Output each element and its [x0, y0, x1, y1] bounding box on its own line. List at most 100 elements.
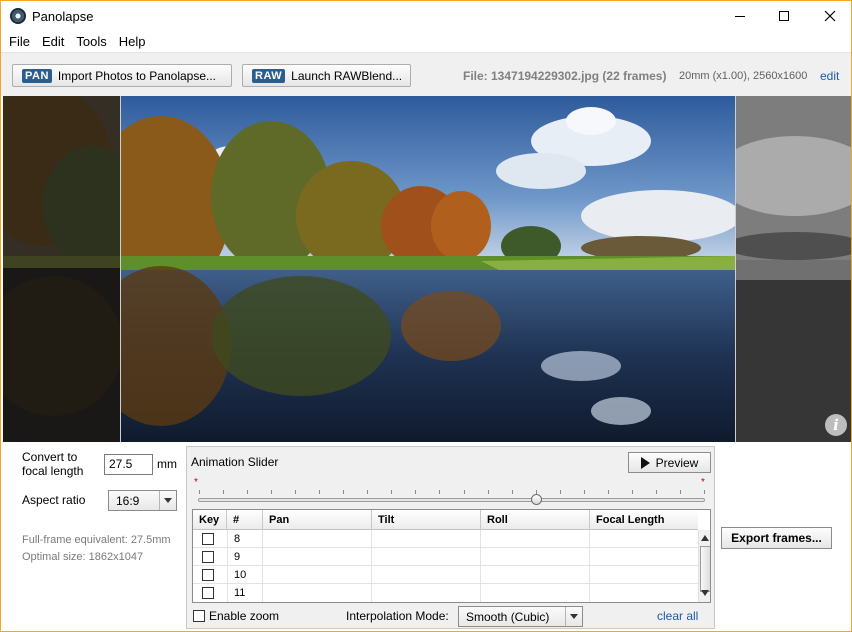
slider-tick	[271, 490, 273, 494]
outside-crop-right-image	[735, 96, 851, 442]
export-frames-button[interactable]: Export frames...	[721, 527, 832, 549]
enable-zoom-label[interactable]: Enable zoom	[209, 609, 279, 623]
slider-tick	[319, 490, 321, 494]
lens-info: 20mm (x1.00), 2560x1600	[679, 70, 808, 82]
preview-button[interactable]: Preview	[628, 452, 711, 473]
aspect-ratio-label: Aspect ratio	[22, 493, 86, 507]
key-checkbox[interactable]	[202, 587, 214, 599]
file-info: File: 1347194229302.jpg (22 frames)	[463, 69, 667, 83]
launch-rawblend-button[interactable]: RAW Launch RAWBlend...	[242, 64, 411, 87]
table-row[interactable]: 11	[193, 584, 698, 602]
info-icon[interactable]: i	[825, 414, 847, 436]
minimize-button[interactable]	[717, 1, 763, 31]
end-keyframe-marker: *	[701, 477, 705, 488]
crop-border-right	[735, 96, 736, 442]
focal-cell[interactable]	[590, 584, 698, 602]
slider-tick	[415, 490, 417, 494]
slider-tick	[559, 490, 561, 494]
animation-slider-title: Animation Slider	[191, 455, 279, 469]
table-scrollbar[interactable]	[698, 530, 710, 602]
title-bar: Panolapse	[1, 1, 851, 31]
outside-crop-left-image	[3, 96, 121, 442]
menu-tools[interactable]: Tools	[70, 31, 112, 51]
row-number: 8	[227, 530, 263, 548]
focal-cell[interactable]	[590, 548, 698, 566]
preview-label: Preview	[655, 455, 699, 470]
roll-cell[interactable]	[481, 548, 590, 566]
table-row[interactable]: 8	[193, 530, 698, 548]
focal-length-input[interactable]: 27.5	[104, 454, 153, 475]
slider-tick	[343, 490, 345, 494]
menu-help[interactable]: Help	[113, 31, 152, 51]
row-number: 9	[227, 548, 263, 566]
roll-cell[interactable]	[481, 584, 590, 602]
start-keyframe-marker: *	[194, 477, 198, 488]
pan-cell[interactable]	[263, 530, 372, 548]
clear-all-link[interactable]: clear all	[657, 609, 698, 623]
interpolation-mode-select[interactable]: Smooth (Cubic)	[458, 606, 583, 627]
col-key[interactable]: Key	[193, 510, 227, 530]
key-checkbox[interactable]	[202, 551, 214, 563]
slider-tick	[199, 490, 200, 494]
table-row[interactable]: 10	[193, 566, 698, 584]
roll-cell[interactable]	[481, 566, 590, 584]
pan-cell[interactable]	[263, 548, 372, 566]
focal-cell[interactable]	[590, 530, 698, 548]
interpolation-mode-label: Interpolation Mode:	[346, 609, 449, 623]
col-pan[interactable]: Pan	[263, 510, 372, 530]
table-header: Key # Pan Tilt Roll Focal Length	[193, 510, 698, 530]
focal-unit: mm	[157, 457, 177, 471]
slider-tick	[583, 490, 585, 494]
menu-edit[interactable]: Edit	[36, 31, 70, 51]
close-button[interactable]	[807, 1, 852, 31]
table-row[interactable]: 9	[193, 548, 698, 566]
scroll-thumb[interactable]	[700, 546, 710, 592]
image-viewer[interactable]: i	[3, 96, 851, 442]
scroll-up-icon[interactable]	[701, 535, 709, 541]
slider-tick	[655, 490, 657, 494]
animation-panel: Animation Slider Preview * * Key # Pan T…	[186, 446, 715, 629]
close-icon	[824, 10, 836, 22]
tilt-cell[interactable]	[372, 530, 481, 548]
play-icon	[640, 456, 650, 469]
pan-cell[interactable]	[263, 584, 372, 602]
key-checkbox[interactable]	[202, 533, 214, 545]
slider-tick	[391, 490, 393, 494]
focal-cell[interactable]	[590, 566, 698, 584]
tilt-cell[interactable]	[372, 584, 481, 602]
col-focal-length[interactable]: Focal Length	[590, 510, 698, 530]
import-photos-button[interactable]: PAN Import Photos to Panolapse...	[12, 64, 232, 87]
edit-link[interactable]: edit	[820, 69, 839, 83]
col-tilt[interactable]: Tilt	[372, 510, 481, 530]
aspect-ratio-select[interactable]: 16:9	[108, 490, 177, 511]
launch-rawblend-label: Launch RAWBlend...	[291, 68, 403, 83]
scroll-down-icon[interactable]	[701, 590, 709, 596]
convert-label-1: Convert to	[22, 450, 78, 464]
slider-tick	[367, 490, 369, 494]
chevron-down-icon	[159, 491, 176, 510]
import-photos-label: Import Photos to Panolapse...	[57, 68, 217, 83]
app-window: Panolapse File Edit Tools Help PAN Impor…	[0, 0, 852, 632]
interpolation-mode-value: Smooth (Cubic)	[466, 610, 550, 624]
maximize-button[interactable]	[761, 1, 807, 31]
col-number[interactable]: #	[227, 510, 263, 530]
roll-cell[interactable]	[481, 530, 590, 548]
row-number: 11	[227, 584, 263, 602]
animation-slider-thumb[interactable]	[531, 494, 543, 505]
raw-tag-icon: RAW	[252, 68, 286, 83]
tilt-cell[interactable]	[372, 566, 481, 584]
key-checkbox[interactable]	[202, 569, 214, 581]
optimal-size: Optimal size: 1862x1047	[22, 551, 144, 563]
tilt-cell[interactable]	[372, 548, 481, 566]
enable-zoom-checkbox[interactable]	[193, 610, 205, 622]
animation-slider-track[interactable]	[198, 498, 705, 502]
panolapse-logo-icon	[10, 8, 26, 24]
menu-file[interactable]: File	[3, 31, 36, 51]
pan-cell[interactable]	[263, 566, 372, 584]
window-title: Panolapse	[32, 9, 94, 24]
slider-tick	[511, 490, 513, 494]
col-roll[interactable]: Roll	[481, 510, 590, 530]
slider-tick	[704, 490, 705, 494]
slider-tick	[679, 490, 681, 494]
maximize-icon	[779, 11, 789, 21]
